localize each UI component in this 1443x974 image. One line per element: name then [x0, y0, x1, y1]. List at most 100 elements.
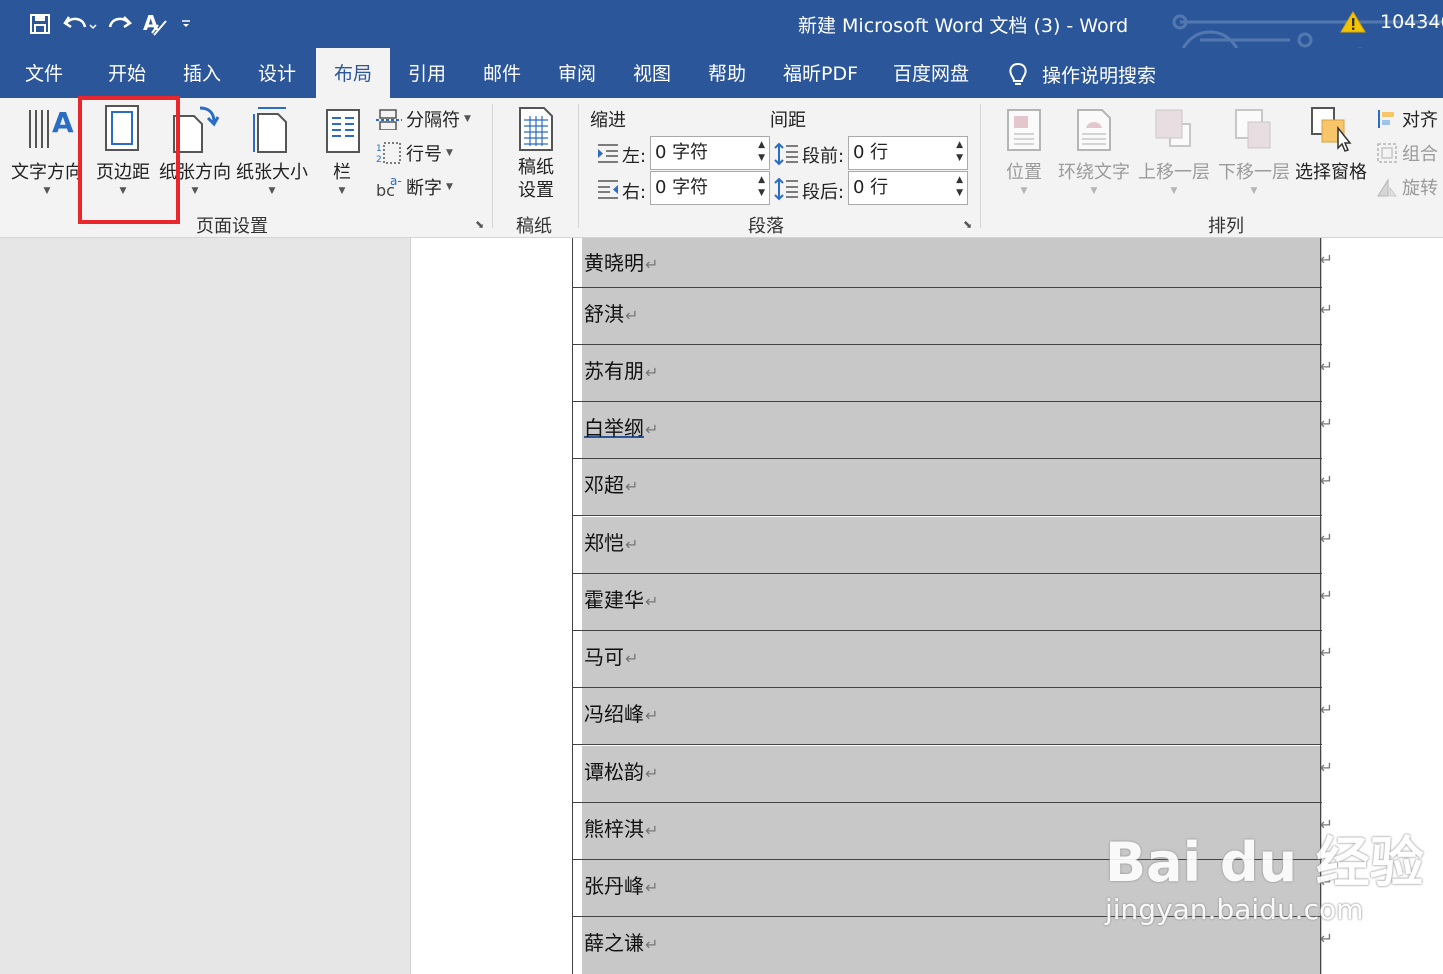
paragraph-mark-icon: ↵ [645, 821, 659, 840]
chevron-down-icon: ▼ [43, 186, 51, 196]
indent-right-field[interactable]: 0 字符 ▲ ▼ [650, 171, 770, 205]
cell-shade [582, 688, 1322, 745]
paragraph-mark-icon: ↵ [645, 420, 659, 439]
tab-foxit-pdf[interactable]: 福昕PDF [783, 48, 858, 98]
tell-me-search[interactable]: 操作说明搜索 [1008, 61, 1156, 88]
selection-pane-button[interactable]: 选择窗格 [1294, 98, 1368, 208]
table-cell-text: 马可↵ [584, 641, 638, 670]
tab-home[interactable]: 开始 [108, 48, 146, 98]
group-button[interactable]: 组合 [1376, 140, 1438, 166]
chevron-down-icon: ▼ [1090, 186, 1098, 196]
bring-forward-button[interactable]: 上移一层 ▼ [1136, 98, 1212, 208]
rotate-button[interactable]: 旋转 [1376, 174, 1438, 200]
table-row[interactable]: 霍建华↵ ↵ [572, 574, 1334, 631]
redo-button[interactable] [102, 8, 138, 40]
spacing-before-icon [774, 142, 798, 166]
tab-design[interactable]: 设计 [258, 48, 296, 98]
cell-shade [582, 345, 1322, 402]
group-separator [492, 104, 493, 228]
align-label: 对齐 [1402, 110, 1438, 131]
quick-access-toolbar: A [22, 8, 198, 40]
table-row[interactable]: 冯绍峰↵ ↵ [572, 688, 1334, 745]
cell-shade [582, 402, 1322, 459]
paragraph-mark-icon: ↵ [625, 535, 639, 554]
table-cell-text: 白举纲↵ [584, 412, 658, 441]
spinner-arrows[interactable]: ▲ ▼ [758, 174, 765, 200]
row-end-mark-icon: ↵ [1319, 529, 1333, 548]
paragraph-mark-icon: ↵ [645, 592, 659, 611]
breaks-button[interactable]: 分隔符 ▼ [376, 106, 471, 132]
table-row[interactable]: 邓超↵ ↵ [572, 459, 1334, 516]
row-end-mark-icon: ↵ [1319, 471, 1333, 490]
breaks-label: 分隔符 [406, 110, 460, 131]
paragraph-dialog-launcher[interactable]: ⬊ [963, 218, 972, 231]
table-row[interactable]: 黄晓明↵ ↵ [572, 238, 1334, 288]
table-row[interactable]: 郑恺↵ ↵ [572, 517, 1334, 574]
table-row[interactable]: 白举纲↵ ↵ [572, 402, 1334, 459]
user-account[interactable]: 104346 [1380, 11, 1443, 33]
name-text: 霍建华 [584, 588, 644, 612]
size-button[interactable]: 纸张大小 ▼ [234, 98, 310, 208]
chevron-down-icon: ▼ [446, 182, 453, 192]
tab-baidu-netdisk[interactable]: 百度网盘 [893, 48, 969, 98]
spelling-button[interactable]: A [138, 8, 174, 40]
row-end-mark-icon: ↵ [1319, 700, 1333, 719]
columns-icon [326, 109, 360, 153]
indent-left-icon [598, 144, 618, 163]
spinner-arrows[interactable]: ▲ ▼ [758, 139, 765, 165]
row-end-mark-icon: ↵ [1319, 250, 1333, 269]
spacing-before-field[interactable]: 0 行 ▲ ▼ [848, 136, 968, 170]
send-backward-button[interactable]: 下移一层 ▼ [1216, 98, 1292, 208]
svg-text:a-: a- [390, 176, 402, 188]
chevron-down-icon: ▼ [1020, 186, 1028, 196]
tab-view[interactable]: 视图 [633, 48, 671, 98]
tab-review[interactable]: 审阅 [558, 48, 596, 98]
rotate-icon [1377, 178, 1397, 197]
highlight-box [78, 96, 180, 224]
table-row[interactable]: 苏有朋↵ ↵ [572, 345, 1334, 402]
position-button[interactable]: 位置 ▼ [996, 98, 1052, 208]
tab-mailings[interactable]: 邮件 [483, 48, 521, 98]
table-cell-text: 冯绍峰↵ [584, 698, 658, 727]
tab-insert[interactable]: 插入 [183, 48, 221, 98]
manuscript-settings-button[interactable]: 稿纸 设置 [500, 98, 572, 208]
cell-shade [582, 459, 1322, 516]
table-row[interactable]: 马可↵ ↵ [572, 631, 1334, 688]
tab-help[interactable]: 帮助 [708, 48, 746, 98]
indent-right-icon [598, 180, 618, 199]
spinner-arrows[interactable]: ▲ ▼ [956, 139, 963, 165]
spacing-after-label: 段后: [802, 182, 845, 203]
spinner-arrows[interactable]: ▲ ▼ [956, 174, 963, 200]
align-icon [1378, 110, 1394, 128]
hyphenation-button[interactable]: bc a- 断字 ▼ [376, 174, 453, 200]
text-direction-button[interactable]: A 文字方向 ▼ [10, 98, 84, 208]
spelling-icon: A [143, 11, 167, 36]
tab-layout[interactable]: 布局 [316, 48, 391, 98]
row-end-mark-icon: ↵ [1319, 929, 1333, 948]
line-numbers-button[interactable]: 12 行号 ▼ [376, 140, 453, 166]
row-border [572, 744, 1322, 745]
undo-button[interactable] [58, 8, 102, 40]
columns-button[interactable]: 栏 ▼ [318, 98, 366, 208]
name-text: 张丹峰 [584, 874, 644, 898]
page-setup-group-label: 页面设置 [196, 216, 268, 237]
table-cell-text: 薛之谦↵ [584, 927, 658, 956]
group-icon [1377, 143, 1397, 163]
table-row[interactable]: 谭松韵↵ ↵ [572, 746, 1334, 803]
customize-qat-button[interactable] [174, 8, 198, 40]
text-direction-icon: A [29, 106, 74, 148]
spacing-before-value: 0 行 [853, 142, 889, 163]
spacing-after-field[interactable]: 0 行 ▲ ▼ [848, 171, 968, 205]
indent-left-field[interactable]: 0 字符 ▲ ▼ [650, 136, 770, 170]
table-row[interactable]: 舒淇↵ ↵ [572, 288, 1334, 345]
cell-shade [582, 631, 1322, 688]
wrap-text-button[interactable]: 环绕文字 ▼ [1056, 98, 1132, 208]
tab-file[interactable]: 文件 [25, 48, 63, 98]
align-button[interactable]: 对齐 [1376, 106, 1438, 132]
warning-icon[interactable] [1340, 10, 1366, 34]
row-end-mark-icon: ↵ [1319, 357, 1333, 376]
page-setup-dialog-launcher[interactable]: ⬊ [475, 218, 484, 231]
save-button[interactable] [22, 8, 58, 40]
tab-references[interactable]: 引用 [408, 48, 446, 98]
name-text: 苏有朋 [584, 359, 644, 383]
